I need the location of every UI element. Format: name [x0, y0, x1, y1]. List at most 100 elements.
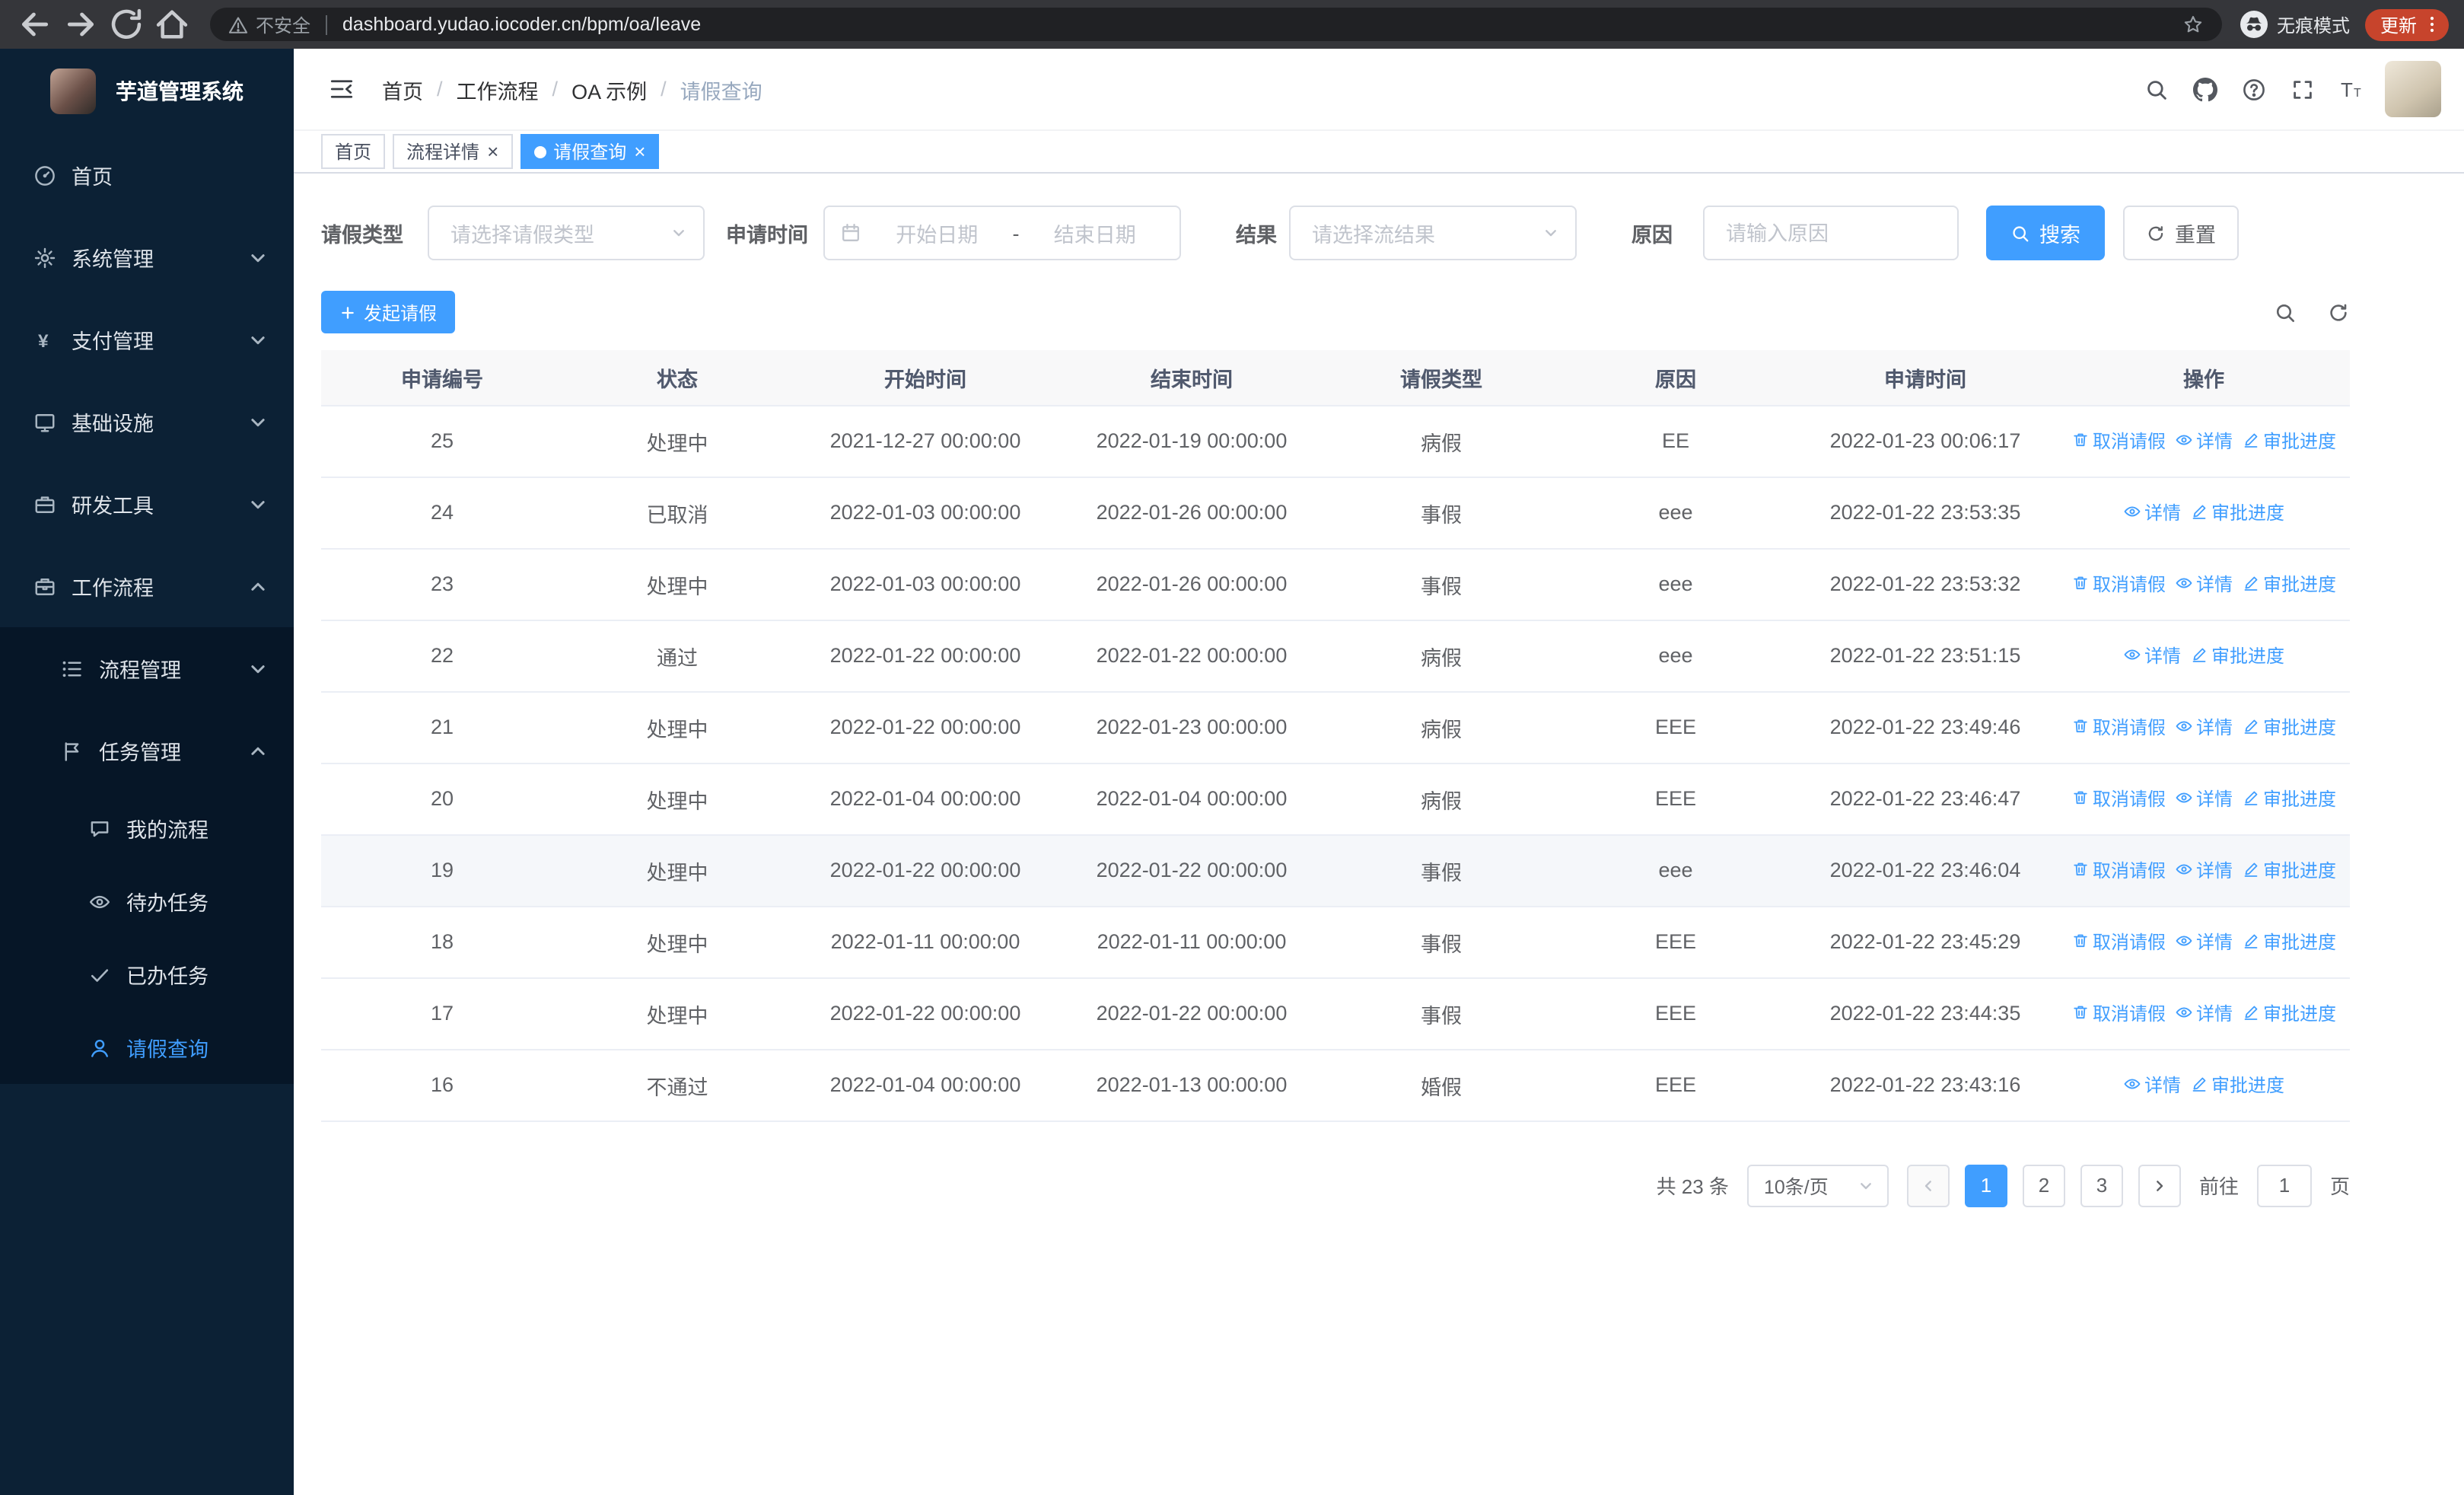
progress-action-link[interactable]: 审批进度: [2190, 1072, 2284, 1098]
breadcrumb-item[interactable]: 工作流程: [457, 74, 539, 104]
create-leave-button[interactable]: 发起请假: [321, 291, 456, 333]
cell-id: 24: [321, 477, 563, 549]
breadcrumb-item[interactable]: 首页: [382, 74, 423, 104]
sidebar-item-todo-tasks[interactable]: 待办任务: [0, 865, 294, 938]
cell-applied: 2022-01-22 23:53:32: [1793, 548, 2058, 620]
detail-action-link[interactable]: 详情: [2175, 428, 2233, 454]
sidebar-item-task-mgmt[interactable]: 任务管理: [0, 709, 294, 792]
table-row: 19 处理中 2022-01-22 00:00:00 2022-01-22 00:00…: [321, 834, 2350, 907]
toggle-search-icon[interactable]: [2274, 301, 2297, 324]
chevron-down-icon: [247, 246, 269, 269]
app-logo-row[interactable]: 芋道管理系统: [0, 49, 294, 134]
page-2-button[interactable]: 2: [2022, 1164, 2065, 1207]
progress-action-link[interactable]: 审批进度: [2242, 1000, 2336, 1026]
search-button[interactable]: 搜索: [1986, 206, 2105, 260]
progress-action-link[interactable]: 审批进度: [2190, 642, 2284, 668]
page-size-select[interactable]: 10条/页: [1746, 1164, 1889, 1207]
cancel-action-link[interactable]: 取消请假: [2071, 786, 2166, 811]
cancel-action-link[interactable]: 取消请假: [2071, 1000, 2166, 1026]
page-3-button[interactable]: 3: [2080, 1164, 2123, 1207]
detail-action-link[interactable]: 详情: [2175, 929, 2233, 955]
result-select[interactable]: 请选择流结果: [1289, 206, 1577, 260]
detail-action-link[interactable]: 详情: [2175, 714, 2233, 740]
breadcrumb-item[interactable]: OA 示例: [571, 74, 647, 104]
cancel-action-link[interactable]: 取消请假: [2071, 929, 2166, 955]
sidebar-fold-button[interactable]: [329, 76, 355, 102]
address-bar[interactable]: 不安全 dashboard.yudao.iocoder.cn/bpm/oa/le…: [210, 8, 2222, 41]
detail-action-link[interactable]: 详情: [2123, 499, 2181, 525]
refresh-table-icon[interactable]: [2327, 301, 2350, 324]
tab-home[interactable]: 首页: [321, 134, 386, 169]
pagination: 共 23 条 10条/页 123 前往 页: [321, 1164, 2350, 1207]
forward-button[interactable]: [61, 5, 100, 44]
cancel-action-link[interactable]: 取消请假: [2071, 571, 2166, 597]
close-icon[interactable]: ×: [487, 142, 498, 161]
sidebar-item-process-mgmt[interactable]: 流程管理: [0, 627, 294, 709]
progress-action-link[interactable]: 审批进度: [2242, 714, 2336, 740]
next-page-button[interactable]: [2138, 1164, 2181, 1207]
cell-type: 病假: [1324, 763, 1558, 835]
action-label: 详情: [2144, 1074, 2181, 1096]
incognito-badge: 无痕模式: [2240, 11, 2350, 38]
reason-input[interactable]: [1703, 206, 1959, 260]
search-icon[interactable]: [2144, 77, 2169, 101]
bookmark-star-icon[interactable]: [2182, 14, 2204, 35]
progress-action-link[interactable]: 审批进度: [2242, 857, 2336, 883]
cancel-action-link[interactable]: 取消请假: [2071, 857, 2166, 883]
progress-action-link[interactable]: 审批进度: [2242, 571, 2336, 597]
reload-button[interactable]: [107, 5, 146, 44]
progress-action-link[interactable]: 审批进度: [2242, 786, 2336, 811]
chrome-update-menu-button[interactable]: 更新: [2364, 8, 2449, 40]
table-toolbar: 发起请假: [321, 291, 2350, 333]
apply-time-range-picker[interactable]: 开始日期 - 结束日期: [823, 206, 1181, 260]
font-size-icon[interactable]: TT: [2339, 77, 2364, 101]
action-label: 详情: [2195, 1003, 2233, 1025]
cell-start: 2021-12-27 00:00:00: [791, 405, 1059, 477]
cell-id: 23: [321, 548, 563, 620]
sidebar-item-home[interactable]: 首页: [0, 134, 294, 216]
sidebar-item-my-process[interactable]: 我的流程: [0, 792, 294, 865]
progress-action-link[interactable]: 审批进度: [2242, 929, 2336, 955]
detail-action-link[interactable]: 详情: [2123, 1072, 2181, 1098]
reset-button[interactable]: 重置: [2123, 206, 2239, 260]
sidebar-item-leave-query[interactable]: 请假查询: [0, 1011, 294, 1084]
sidebar-item-workflow[interactable]: 工作流程: [0, 545, 294, 627]
user-avatar[interactable]: [2385, 61, 2441, 117]
progress-action-link[interactable]: 审批进度: [2190, 499, 2284, 525]
home-button[interactable]: [152, 5, 192, 44]
sidebar-item-dev-tools[interactable]: 研发工具: [0, 463, 294, 545]
cell-applied: 2022-01-23 00:06:17: [1793, 405, 2058, 477]
cancel-action-link[interactable]: 取消请假: [2071, 714, 2166, 740]
progress-action-link[interactable]: 审批进度: [2242, 428, 2336, 454]
prev-page-button[interactable]: [1906, 1164, 1950, 1207]
goto-page-input[interactable]: [2256, 1164, 2312, 1207]
detail-action-link[interactable]: 详情: [2175, 857, 2233, 883]
sidebar-item-done-tasks[interactable]: 已办任务: [0, 938, 294, 1011]
detail-action-link[interactable]: 详情: [2175, 571, 2233, 597]
fullscreen-icon[interactable]: [2291, 77, 2315, 101]
security-chip[interactable]: 不安全: [228, 11, 310, 37]
page-1-button[interactable]: 1: [1964, 1164, 2007, 1207]
cell-status: 不通过: [563, 1049, 791, 1121]
leave-type-placeholder: 请选择请假类型: [450, 224, 594, 247]
detail-action-link[interactable]: 详情: [2175, 1000, 2233, 1026]
cell-status: 处理中: [563, 977, 791, 1050]
tab-leave-query[interactable]: 请假查询 ×: [520, 134, 660, 169]
eye-icon: [2123, 646, 2141, 665]
cell-start: 2022-01-04 00:00:00: [791, 1049, 1059, 1121]
github-icon[interactable]: [2193, 77, 2217, 101]
help-icon[interactable]: [2242, 77, 2266, 101]
svg-text:¥: ¥: [38, 330, 49, 351]
breadcrumb-separator: /: [661, 78, 667, 100]
back-button[interactable]: [15, 5, 55, 44]
detail-action-link[interactable]: 详情: [2175, 786, 2233, 811]
sidebar-item-payment-mgmt[interactable]: ¥ 支付管理: [0, 298, 294, 381]
close-icon[interactable]: ×: [634, 142, 645, 161]
update-label: 更新: [2380, 14, 2417, 36]
sidebar-item-infrastructure[interactable]: 基础设施: [0, 381, 294, 463]
tab-process-detail[interactable]: 流程详情 ×: [393, 134, 513, 169]
sidebar-item-system-mgmt[interactable]: 系统管理: [0, 216, 294, 298]
cancel-action-link[interactable]: 取消请假: [2071, 428, 2166, 454]
leave-type-select[interactable]: 请选择请假类型: [428, 206, 705, 260]
detail-action-link[interactable]: 详情: [2123, 642, 2181, 668]
